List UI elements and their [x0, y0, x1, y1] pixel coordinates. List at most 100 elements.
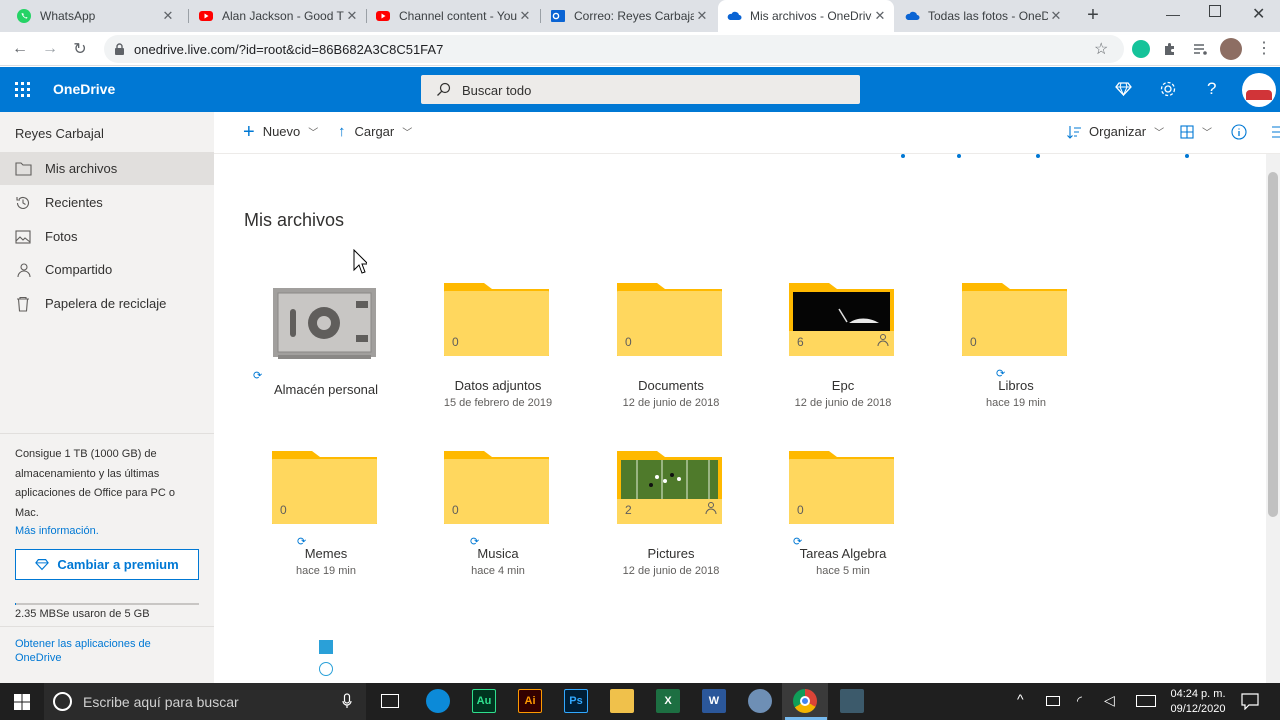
app-icon[interactable]: [840, 689, 864, 713]
info-icon[interactable]: [1231, 124, 1247, 140]
browser-tab-title: Channel content - YouTube: [399, 9, 517, 23]
profile-avatar[interactable]: [1220, 38, 1242, 60]
sidebar-item-mis-archivos[interactable]: Mis archivos: [0, 152, 214, 185]
browser-tab-onedrive-active[interactable]: Mis archivos - OneDrive ✕: [718, 0, 894, 32]
folder-tile-datos-adjuntos[interactable]: 0 Datos adjuntos 15 de febrero de 2019: [412, 283, 584, 451]
folder-icon: [444, 451, 549, 524]
search-box[interactable]: Buscar todo: [421, 75, 860, 104]
back-arrow-icon[interactable]: ←: [9, 38, 31, 60]
shared-people-icon: [877, 334, 889, 347]
item-name: Almacén personal: [273, 382, 379, 397]
illustrator-icon[interactable]: Ai: [518, 689, 542, 713]
grammarly-extension-icon[interactable]: [1132, 40, 1150, 58]
reading-list-icon[interactable]: [1192, 41, 1208, 57]
premium-button[interactable]: Cambiar a premium: [15, 549, 199, 580]
taskbar-clock[interactable]: 04:24 p. m. 09/12/2020: [1160, 687, 1236, 717]
sync-spinner-icon: ⟳: [253, 370, 263, 382]
premium-diamond-icon: [35, 559, 50, 571]
close-tab-icon[interactable]: ✕: [872, 8, 888, 24]
sidebar-item-fotos[interactable]: Fotos: [0, 220, 214, 253]
bookmark-star-icon[interactable]: ☆: [1094, 39, 1108, 59]
wifi-icon[interactable]: ◜: [1077, 693, 1082, 709]
reload-icon[interactable]: ↻: [69, 38, 91, 60]
folder-icon: [444, 283, 549, 356]
chrome-icon[interactable]: [793, 689, 817, 713]
upload-button-label: Cargar: [354, 124, 395, 139]
premium-diamond-icon[interactable]: [1115, 81, 1132, 97]
view-options-button[interactable]: ﹀: [1180, 124, 1212, 139]
more-info-link[interactable]: Más información.: [15, 525, 99, 537]
sidebar-item-papelera[interactable]: Papelera de reciclaje: [0, 287, 214, 320]
details-pane-icon[interactable]: [1270, 126, 1280, 138]
notifications-icon[interactable]: [1241, 693, 1259, 710]
photoshop-icon[interactable]: Ps: [564, 689, 588, 713]
close-tab-icon[interactable]: ✕: [160, 8, 176, 24]
address-bar[interactable]: onedrive.live.com/?id=root&cid=86B682A3C…: [104, 35, 1124, 63]
folder-tile-epc[interactable]: 6 Epc 12 de junio de 2018: [757, 283, 929, 451]
sort-button[interactable]: Organizar ﹀: [1066, 124, 1164, 139]
app-icon[interactable]: [748, 689, 772, 713]
close-tab-icon[interactable]: ✕: [517, 8, 533, 24]
help-icon[interactable]: ?: [1207, 79, 1216, 99]
close-tab-icon[interactable]: ✕: [694, 8, 710, 24]
sidebar-item-label: Recientes: [45, 195, 103, 210]
folder-tile-pictures[interactable]: 2 Pictures 12 de junio de 2018: [585, 451, 757, 619]
folder-tile-libros[interactable]: 0 ⟳ Libros hace 19 min: [930, 283, 1102, 451]
sort-icon: [1067, 125, 1081, 139]
app-name[interactable]: OneDrive: [53, 81, 115, 97]
keyboard-icon[interactable]: [1136, 695, 1156, 707]
volume-icon[interactable]: ◁: [1104, 692, 1115, 709]
new-tab-button[interactable]: +: [1082, 4, 1104, 26]
close-tab-icon[interactable]: ✕: [344, 8, 360, 24]
sidebar-divider: [0, 626, 214, 627]
app-launcher-waffle-icon[interactable]: [15, 82, 30, 97]
excel-icon[interactable]: X: [656, 689, 680, 713]
forward-arrow-icon[interactable]: →: [39, 38, 61, 60]
scrollbar-thumb[interactable]: [1268, 172, 1278, 517]
battery-icon[interactable]: [1046, 696, 1060, 706]
browser-tab-youtube-1[interactable]: Alan Jackson - Good Time ✕: [190, 0, 366, 32]
task-view-icon[interactable]: [381, 694, 399, 708]
chevron-down-icon: ﹀: [1154, 128, 1165, 139]
new-button[interactable]: + Nuevo ﹀: [243, 122, 318, 142]
browser-tab-outlook[interactable]: Correo: Reyes Carbajal ✕: [542, 0, 716, 32]
item-count: 6: [797, 335, 804, 349]
browser-tab-youtube-2[interactable]: Channel content - YouTube ✕: [367, 0, 539, 32]
word-icon[interactable]: W: [702, 689, 726, 713]
taskbar-search-placeholder: Escribe aquí para buscar: [83, 694, 239, 710]
close-window-icon[interactable]: ✕: [1252, 4, 1265, 24]
get-apps-link[interactable]: Obtener las aplicaciones de OneDrive: [15, 637, 185, 665]
shared-people-icon: [705, 502, 717, 515]
folder-tile-tareas-algebra[interactable]: 0 ⟳ Tareas Algebra hace 5 min: [757, 451, 929, 619]
audition-icon[interactable]: Au: [472, 689, 496, 713]
sidebar-item-compartido[interactable]: Compartido: [0, 253, 214, 286]
settings-gear-icon[interactable]: [1159, 80, 1177, 98]
vault-tile[interactable]: ⟳ Almacén personal: [240, 287, 412, 455]
folder-tile-documents[interactable]: 0 Documents 12 de junio de 2018: [585, 283, 757, 451]
close-tab-icon[interactable]: ✕: [1048, 8, 1064, 24]
minimize-window-icon[interactable]: —: [1166, 6, 1180, 22]
extensions-puzzle-icon[interactable]: [1162, 41, 1178, 57]
item-count: 2: [625, 503, 632, 517]
upload-button[interactable]: ↑ Cargar ﹀: [338, 124, 412, 140]
folder-icon: [617, 283, 722, 356]
maximize-window-icon[interactable]: [1209, 5, 1221, 17]
browser-menu-icon[interactable]: ⋮: [1256, 38, 1272, 58]
chevron-up-icon[interactable]: ^: [1017, 691, 1024, 707]
clock-time: 04:24 p. m.: [1170, 688, 1226, 700]
tab-separator: [540, 9, 541, 23]
account-avatar[interactable]: [1242, 73, 1276, 107]
folder-tile-memes[interactable]: 0 ⟳ Memes hace 19 min: [240, 451, 412, 619]
file-explorer-icon[interactable]: [610, 689, 634, 713]
edge-icon[interactable]: [426, 689, 450, 713]
browser-tab-whatsapp[interactable]: WhatsApp ✕: [8, 0, 182, 32]
outlook-icon: [551, 10, 565, 22]
item-date: 12 de junio de 2018: [622, 397, 720, 409]
folder-tile-musica[interactable]: 0 ⟳ Musica hace 4 min: [412, 451, 584, 619]
storage-text[interactable]: 2.35 MBSe usaron de 5 GB: [15, 608, 150, 620]
sidebar-item-recientes[interactable]: Recientes: [0, 186, 214, 219]
taskbar-search-box[interactable]: Escribe aquí para buscar: [44, 683, 366, 720]
windows-start-icon[interactable]: [14, 694, 30, 710]
onedrive-header: OneDrive Buscar todo ?: [0, 67, 1280, 112]
browser-tab-onedrive-photos[interactable]: Todas las fotos - OneDrive ✕: [896, 0, 1070, 32]
